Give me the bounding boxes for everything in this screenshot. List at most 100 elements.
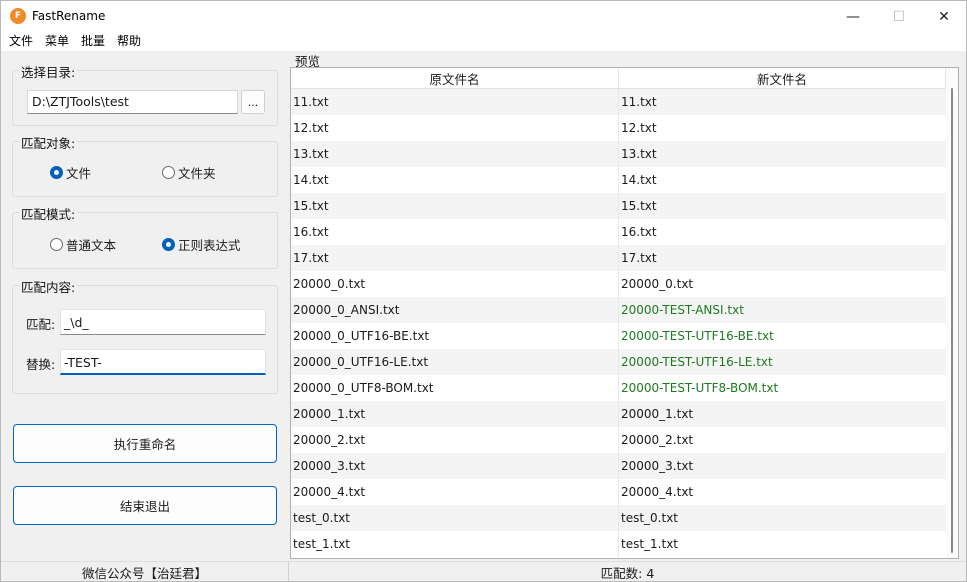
match-mode-label: 匹配模式: xyxy=(19,204,78,223)
cell-original-name: 13.txt xyxy=(291,141,619,167)
cell-new-name: 17.txt xyxy=(621,251,657,265)
column-header-original[interactable]: 原文件名 xyxy=(291,68,619,89)
cell-original-name: 14.txt xyxy=(291,167,619,193)
radio-folder-label: 文件夹 xyxy=(178,166,216,181)
table-row[interactable]: test_0.txt test_0.txt xyxy=(291,505,946,531)
cell-original-name: 20000_4.txt xyxy=(291,479,619,505)
window-title: FastRename xyxy=(32,9,106,23)
preview-table: 原文件名 新文件名 11.txt 11.txt 12.txt 12.txt 13.txt… xyxy=(290,67,959,559)
cell-new-name: 20000_1.txt xyxy=(621,407,694,421)
table-row[interactable]: 20000_0_ANSI.txt 20000-TEST-ANSI.txt xyxy=(291,297,946,323)
table-row[interactable]: 20000_0_UTF16-BE.txt 20000-TEST-UTF16-BE.… xyxy=(291,323,946,349)
close-button[interactable]: ✕ xyxy=(921,1,966,32)
status-bar: 微信公众号【治廷君】 匹配数: 4 xyxy=(1,561,966,581)
app-logo-icon: F xyxy=(10,8,26,24)
cell-new-name: 16.txt xyxy=(621,225,657,239)
table-row[interactable]: 20000_4.txt 20000_4.txt xyxy=(291,479,946,505)
menu-bar: 文件 菜单 批量 帮助 xyxy=(1,32,966,51)
directory-label: 选择目录: xyxy=(19,62,78,81)
cell-original-name: test_0.txt xyxy=(291,505,619,531)
radio-plain-text-label: 普通文本 xyxy=(66,238,117,253)
cell-original-name: 11.txt xyxy=(291,89,619,115)
cell-new-name: 20000-TEST-UTF16-BE.txt xyxy=(621,329,774,343)
directory-input[interactable]: D:\ZTJTools\test xyxy=(27,90,238,114)
menu-batch[interactable]: 批量 xyxy=(75,32,111,51)
minimize-button[interactable]: — xyxy=(830,1,876,32)
exit-button[interactable]: 结束退出 xyxy=(13,486,277,525)
cell-original-name: 16.txt xyxy=(291,219,619,245)
table-row[interactable]: test_1.txt test_1.txt xyxy=(291,531,946,557)
match-field-label: 匹配: xyxy=(26,317,56,332)
maximize-button[interactable]: ☐ xyxy=(876,1,922,32)
table-header: 原文件名 新文件名 xyxy=(291,68,946,89)
table-row[interactable]: 12.txt 12.txt xyxy=(291,115,946,141)
match-content-label: 匹配内容: xyxy=(19,277,78,296)
scrollbar-thumb[interactable] xyxy=(951,88,953,553)
cell-new-name: 20000-TEST-UTF16-LE.txt xyxy=(621,355,773,369)
cell-new-name: 14.txt xyxy=(621,173,657,187)
cell-new-name: 20000_4.txt xyxy=(621,485,694,499)
menu-help[interactable]: 帮助 xyxy=(111,32,147,51)
radio-file[interactable]: 文件 xyxy=(50,163,91,182)
cell-new-name: 20000-TEST-UTF8-BOM.txt xyxy=(621,381,779,395)
match-content-group: 匹配内容: 匹配: _\d_ 替换: -TEST- xyxy=(12,277,278,394)
table-row[interactable]: 20000_0.txt 20000_0.txt xyxy=(291,271,946,297)
cell-original-name: 20000_0_UTF8-BOM.txt xyxy=(291,375,619,401)
cell-original-name: 20000_0_ANSI.txt xyxy=(291,297,619,323)
menu-file[interactable]: 文件 xyxy=(3,32,39,51)
execute-rename-button[interactable]: 执行重命名 xyxy=(13,424,277,463)
cell-new-name: 20000_3.txt xyxy=(621,459,694,473)
radio-regex[interactable]: 正则表达式 xyxy=(162,235,241,254)
cell-original-name: 17.txt xyxy=(291,245,619,271)
table-row[interactable]: 20000_1.txt 20000_1.txt xyxy=(291,401,946,427)
cell-new-name: 11.txt xyxy=(621,95,657,109)
status-match-count: 匹配数: 4 xyxy=(600,566,655,581)
radio-folder[interactable]: 文件夹 xyxy=(162,163,216,182)
table-row[interactable]: 15.txt 15.txt xyxy=(291,193,946,219)
cell-new-name: 20000_0.txt xyxy=(621,277,694,291)
cell-new-name: test_0.txt xyxy=(621,511,679,525)
table-row[interactable]: 20000_0_UTF8-BOM.txt 20000-TEST-UTF8-BOM.… xyxy=(291,375,946,401)
radio-unchecked-icon xyxy=(50,238,63,251)
cell-new-name: test_1.txt xyxy=(621,537,679,551)
table-row[interactable]: 20000_3.txt 20000_3.txt xyxy=(291,453,946,479)
table-row[interactable]: 16.txt 16.txt xyxy=(291,219,946,245)
match-target-group: 匹配对象: 文件 文件夹 xyxy=(12,133,278,197)
radio-file-label: 文件 xyxy=(66,166,92,181)
radio-unchecked-icon xyxy=(162,166,175,179)
cell-original-name: 15.txt xyxy=(291,193,619,219)
radio-regex-label: 正则表达式 xyxy=(178,238,241,253)
table-row[interactable]: 14.txt 14.txt xyxy=(291,167,946,193)
cell-original-name: 20000_0_UTF16-LE.txt xyxy=(291,349,619,375)
title-bar: F FastRename — ☐ ✕ xyxy=(1,1,966,32)
cell-new-name: 12.txt xyxy=(621,121,657,135)
table-body: 11.txt 11.txt 12.txt 12.txt 13.txt 13.txt 14.t… xyxy=(291,89,946,557)
match-mode-group: 匹配模式: 普通文本 正则表达式 xyxy=(12,204,278,269)
replace-input[interactable]: -TEST- xyxy=(60,349,266,375)
radio-checked-icon xyxy=(162,238,175,251)
menu-menu[interactable]: 菜单 xyxy=(39,32,75,51)
table-row[interactable]: 20000_2.txt 20000_2.txt xyxy=(291,427,946,453)
table-row[interactable]: 11.txt 11.txt xyxy=(291,89,946,115)
radio-checked-icon xyxy=(50,166,63,179)
browse-button[interactable]: ... xyxy=(241,90,265,114)
cell-original-name: test_1.txt xyxy=(291,531,619,557)
match-input[interactable]: _\d_ xyxy=(60,309,266,335)
cell-new-name: 20000_2.txt xyxy=(621,433,694,447)
cell-original-name: 20000_0_UTF16-BE.txt xyxy=(291,323,619,349)
cell-original-name: 20000_3.txt xyxy=(291,453,619,479)
table-row[interactable]: 20000_0_UTF16-LE.txt 20000-TEST-UTF16-LE.… xyxy=(291,349,946,375)
table-row[interactable]: 17.txt 17.txt xyxy=(291,245,946,271)
table-row[interactable]: 13.txt 13.txt xyxy=(291,141,946,167)
cell-new-name: 20000-TEST-ANSI.txt xyxy=(621,303,744,317)
app-window: F FastRename — ☐ ✕ 文件 菜单 批量 帮助 选择目录: D:\… xyxy=(0,0,967,582)
vertical-scrollbar[interactable] xyxy=(946,68,958,558)
cell-original-name: 20000_1.txt xyxy=(291,401,619,427)
match-target-label: 匹配对象: xyxy=(19,133,78,152)
status-wechat: 微信公众号【治廷君】 xyxy=(1,562,289,581)
radio-plain-text[interactable]: 普通文本 xyxy=(50,235,116,254)
cell-original-name: 20000_0.txt xyxy=(291,271,619,297)
column-header-new[interactable]: 新文件名 xyxy=(619,68,946,89)
cell-new-name: 15.txt xyxy=(621,199,657,213)
replace-field-label: 替换: xyxy=(26,357,56,372)
